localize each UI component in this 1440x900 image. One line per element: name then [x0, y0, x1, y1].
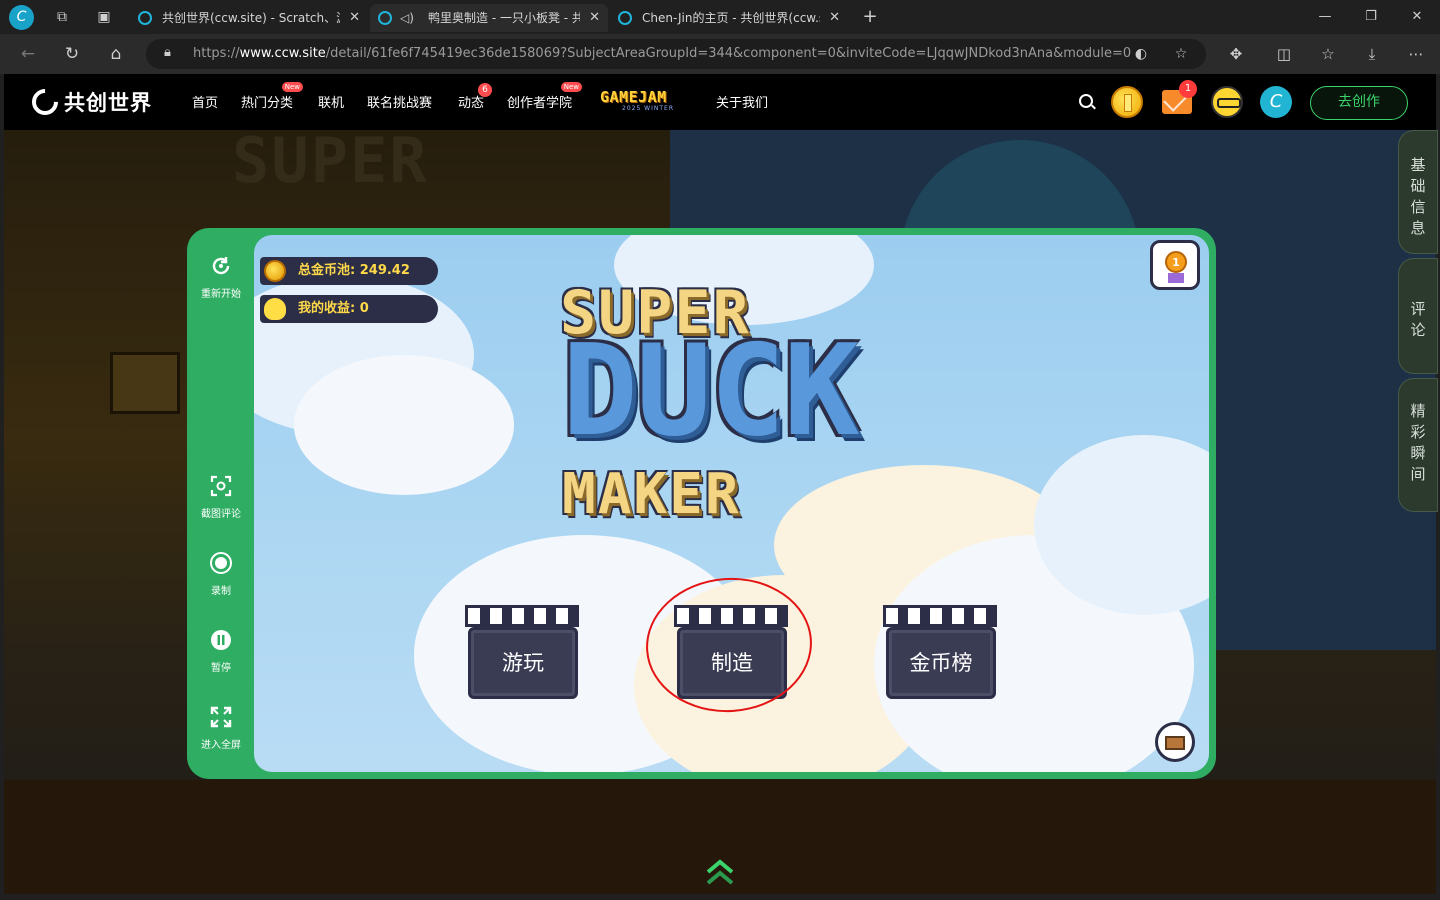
ccw-favicon-icon [378, 11, 392, 25]
restore-icon[interactable]: ❐ [1348, 0, 1394, 34]
pause-icon [211, 630, 231, 650]
downloads-icon[interactable]: ⤓ [1362, 44, 1382, 64]
refresh-icon[interactable]: ↻ [60, 42, 84, 66]
more-menu-icon[interactable]: ⋯ [1406, 44, 1426, 64]
address-toolbar: ← ↻ ⌂ 🔒︎ https://www.ccw.site/detail/61f… [0, 34, 1440, 74]
nav-about[interactable]: 关于我们 [716, 92, 768, 111]
gamejam-banner[interactable]: GAMEJAM 2025 WINTER [600, 88, 694, 114]
clapper-stripe [465, 605, 579, 627]
browser-tab-2[interactable]: 鸭里奥制造 - 一只小板凳 - 共 ◁) ✕ [370, 4, 608, 32]
home-icon[interactable]: ⌂ [104, 42, 128, 66]
earnings-display: 我的收益: 0 [260, 295, 438, 323]
mail-count-badge: 1 [1179, 80, 1197, 98]
close-tab-icon[interactable]: ✕ [829, 4, 840, 32]
minimize-icon[interactable]: — [1302, 0, 1348, 34]
search-icon[interactable] [1079, 94, 1093, 108]
fullscreen-label: 进入全屏 [201, 740, 241, 751]
new-tab-icon[interactable]: + [860, 7, 880, 27]
coin-pool-value: 249.42 [359, 263, 410, 278]
notification-badge: 6 [478, 83, 493, 97]
site-header: 共创世界 首页 热门分类 New 联机 联名挑战赛 动态 6 创作者学院 New GA… [4, 74, 1436, 130]
logo-text: 共创世界 [64, 91, 152, 115]
record-label: 录制 [211, 586, 231, 597]
tab-title: 鸭里奥制造 - 一只小板凳 - 共 [428, 11, 580, 25]
pause-button[interactable]: 暂停 [191, 628, 251, 675]
clapper-stripe [883, 605, 997, 627]
site-logo[interactable]: 共创世界 [26, 83, 152, 121]
new-badge: New [560, 82, 583, 92]
gamejam-title: GAMEJAM [600, 88, 667, 106]
tab-actions-icon[interactable]: ▣ [94, 7, 114, 27]
favorite-star-icon[interactable]: ☆ [1172, 45, 1190, 63]
medal-ribbon [1168, 273, 1184, 283]
speaker-icon[interactable]: ◁) [400, 4, 414, 32]
play-button[interactable]: 游玩 [465, 605, 579, 701]
fullscreen-icon [210, 706, 232, 728]
tab-title: Chen-Jin的主页 - 共创世界(ccw.site) [642, 11, 820, 25]
user-avatar[interactable]: C [1260, 86, 1292, 118]
close-tab-icon[interactable]: ✕ [589, 4, 600, 32]
close-tab-icon[interactable]: ✕ [349, 4, 360, 32]
restart-label: 重新开始 [201, 289, 241, 300]
create-button[interactable]: 去创作 [1310, 86, 1408, 120]
extensions-icon[interactable]: ✥ [1226, 44, 1246, 64]
coin-icon [264, 260, 286, 282]
restart-button[interactable]: 重新开始 [191, 254, 251, 301]
side-tab-comments[interactable]: 评论 [1398, 258, 1438, 374]
nav-creator-academy[interactable]: 创作者学院 New [507, 82, 583, 111]
fullscreen-button[interactable]: 进入全屏 [191, 705, 251, 752]
coin-pool-label: 总金币池: [298, 263, 356, 278]
ccw-favicon-icon [618, 11, 632, 25]
browser-tab-bar: C ⧉ ▣ 共创世界(ccw.site) - Scratch、游戏 ✕ 鸭里奥制… [0, 0, 1440, 34]
lock-icon[interactable]: 🔒︎ [164, 45, 171, 60]
medal-icon: 1 [1165, 251, 1187, 273]
browser-profile-avatar[interactable]: C [9, 5, 34, 30]
envelope-icon [1165, 736, 1185, 750]
back-icon[interactable]: ← [16, 42, 40, 66]
favorites-icon[interactable]: ☆ [1318, 44, 1338, 64]
game-title-maker: MAKER [562, 462, 741, 527]
earnings-label: 我的收益: [298, 301, 356, 316]
browser-tab-3[interactable]: Chen-Jin的主页 - 共创世界(ccw.site) ✕ [610, 4, 848, 32]
cloud [294, 355, 514, 495]
pause-label: 暂停 [211, 663, 231, 674]
coin-icon[interactable] [1111, 86, 1143, 118]
nav-challenge[interactable]: 联名挑战赛 [367, 92, 432, 111]
play-label: 游玩 [468, 627, 578, 699]
gamejam-subtitle: 2025 WINTER [622, 105, 674, 112]
nav-hot-categories[interactable]: 热门分类 New [241, 82, 304, 111]
coin-leaderboard-button[interactable]: 金币榜 [883, 605, 997, 701]
record-button[interactable]: 录制 [191, 551, 251, 598]
close-window-icon[interactable]: ✕ [1394, 0, 1440, 34]
coin-leaderboard-label: 金币榜 [886, 627, 996, 699]
coin-pool-display: 总金币池: 249.42 [260, 257, 438, 285]
browser-tab-1[interactable]: 共创世界(ccw.site) - Scratch、游戏 ✕ [130, 4, 368, 32]
emoji-avatar-icon[interactable] [1211, 86, 1243, 118]
workspaces-icon[interactable]: ⧉ [52, 7, 72, 27]
side-tab-highlights[interactable]: 精彩瞬间 [1398, 378, 1438, 512]
url-text[interactable]: https://www.ccw.site/detail/61fe6f745419… [193, 39, 1131, 69]
ccw-favicon-icon [138, 11, 152, 25]
earnings-value: 0 [359, 301, 369, 316]
leaderboard-medal-button[interactable]: 1 [1150, 240, 1200, 290]
screenshot-comment-button[interactable]: 截图评论 [191, 474, 251, 521]
url-field[interactable]: 🔒︎ https://www.ccw.site/detail/61fe6f745… [146, 39, 1206, 69]
ccw-logo-icon [26, 83, 64, 121]
screenshot-label: 截图评论 [201, 509, 241, 520]
game-mail-button[interactable] [1155, 722, 1195, 762]
scroll-up-chevron-icon[interactable] [704, 856, 736, 888]
record-icon [210, 552, 232, 574]
game-title-duck: DUCK [562, 317, 859, 464]
nav-multiplayer[interactable]: 联机 [318, 92, 344, 111]
nav-feed[interactable]: 动态 6 [458, 83, 493, 111]
edge-share-icon[interactable]: ◐ [1132, 45, 1150, 63]
new-badge: New [281, 82, 304, 92]
screenshot-icon [210, 475, 232, 497]
duck-icon [264, 298, 286, 320]
restart-icon [212, 257, 230, 275]
tab-title: 共创世界(ccw.site) - Scratch、游戏 [162, 11, 340, 25]
side-tab-basic-info[interactable]: 基础信息 [1398, 130, 1438, 254]
nav-home[interactable]: 首页 [192, 92, 218, 111]
split-screen-icon[interactable]: ◫ [1274, 44, 1294, 64]
